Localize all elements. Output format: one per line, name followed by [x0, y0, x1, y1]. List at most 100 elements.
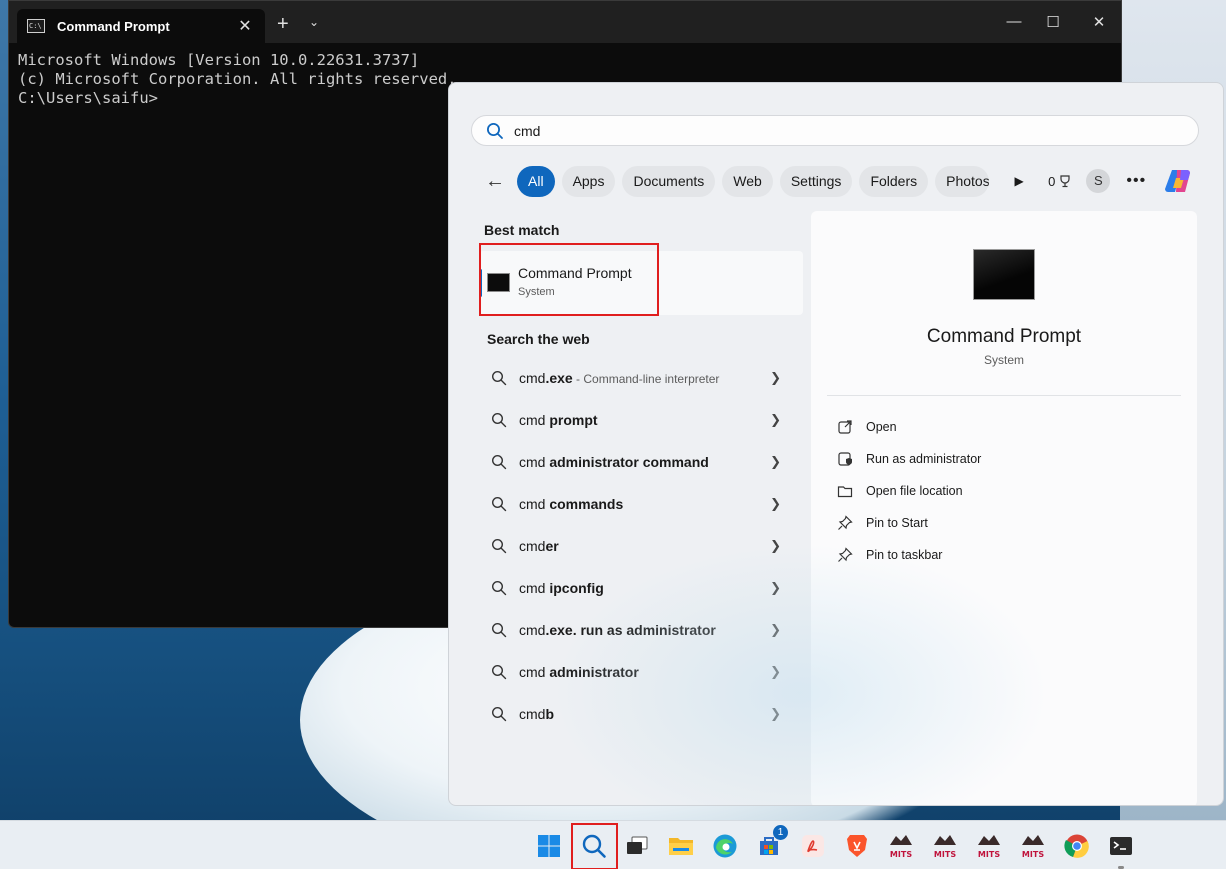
search-icon — [491, 496, 507, 512]
chevron-right-icon: ❯ — [770, 496, 781, 511]
action-pin-to-start[interactable]: Pin to Start — [837, 507, 981, 539]
search-icon — [491, 370, 507, 386]
terminal-icon[interactable] — [1104, 829, 1138, 869]
suggestion-query: cmd — [519, 538, 546, 554]
command-prompt-large-icon — [973, 249, 1035, 300]
minimize-icon[interactable]: — — [999, 13, 1029, 30]
tab-title: Command Prompt — [57, 18, 170, 34]
suggestion-query: cmd — [519, 454, 550, 470]
open-external-icon — [838, 420, 852, 434]
task-view-icon[interactable] — [620, 829, 654, 863]
action-label: Open — [866, 420, 897, 434]
close-window-icon[interactable]: ✕ — [1084, 13, 1114, 31]
search-icon — [491, 706, 507, 722]
close-tab-icon[interactable]: ✕ — [235, 16, 255, 36]
suggestion-query: cmd — [519, 370, 546, 386]
action-pin-to-taskbar[interactable]: Pin to taskbar — [837, 539, 981, 571]
suggestion-completion: administrator command — [549, 454, 709, 470]
detail-subtitle: System — [983, 353, 1024, 367]
windows-start-icon[interactable] — [532, 829, 566, 863]
chevron-right-icon: ❯ — [770, 580, 781, 595]
annotation-highlight — [571, 823, 618, 869]
action-list: Open Run as administrator Open file loca… — [837, 411, 981, 571]
suggestion-query: cmd — [519, 622, 546, 638]
new-tab-icon[interactable]: + — [277, 13, 289, 36]
edge-icon[interactable] — [708, 829, 742, 863]
filter-all[interactable]: All — [517, 165, 555, 197]
suggestion-completion: .exe — [545, 370, 573, 386]
mits-app-icon[interactable]: MITS — [972, 829, 1006, 863]
suggestion-completion: prompt — [549, 412, 598, 428]
web-suggestion[interactable]: cmd.exe. run as administrator ❯ — [479, 609, 803, 651]
search-icon — [491, 664, 507, 680]
folder-icon — [837, 486, 853, 498]
more-options-icon[interactable]: ••• — [1126, 172, 1146, 190]
search-input[interactable] — [514, 122, 1114, 139]
shield-icon — [838, 452, 852, 466]
action-open[interactable]: Open — [837, 411, 981, 443]
taskbar: 1 MITS MITS MITS MITS — [0, 820, 1226, 869]
chevron-right-icon: ❯ — [770, 370, 781, 385]
mits-app-icon[interactable]: MITS — [928, 829, 962, 863]
acrobat-icon[interactable] — [796, 829, 830, 863]
filter-settings[interactable]: Settings — [779, 165, 853, 197]
search-icon — [491, 622, 507, 638]
action-label: Pin to taskbar — [866, 548, 943, 562]
microsoft-store-icon[interactable]: 1 — [752, 825, 788, 863]
search-box[interactable] — [471, 115, 1199, 146]
web-suggestion[interactable]: cmd.exe - Command-line interpreter ❯ — [479, 357, 803, 399]
action-open-file-location[interactable]: Open file location — [837, 475, 981, 507]
web-suggestion[interactable]: cmd administrator ❯ — [479, 651, 803, 693]
action-run-as-administrator[interactable]: Run as administrator — [837, 443, 981, 475]
chevron-right-icon: ❯ — [770, 454, 781, 469]
filter-apps[interactable]: Apps — [561, 165, 616, 197]
copilot-icon[interactable] — [1164, 166, 1194, 196]
suggestion-query: cmd — [519, 706, 546, 722]
title-bar[interactable]: C:\ Command Prompt ✕ + ⌄ — ☐ ✕ — [9, 1, 1121, 43]
search-flyout: ← All Apps Documents Web Settings Folder… — [448, 82, 1224, 806]
suggestion-completion: b — [545, 706, 555, 722]
suggestion-completion: commands — [549, 496, 624, 512]
chevron-right-icon: ❯ — [770, 706, 781, 721]
chevron-right-icon: ❯ — [770, 412, 781, 427]
points-value: 0 — [1048, 173, 1056, 189]
avatar[interactable]: S — [1086, 169, 1111, 193]
search-icon — [491, 538, 507, 554]
web-suggestion[interactable]: cmd administrator command ❯ — [479, 441, 803, 483]
divider — [827, 395, 1181, 396]
terminal-tab[interactable]: C:\ Command Prompt ✕ — [17, 9, 265, 43]
maximize-icon[interactable]: ☐ — [1038, 13, 1068, 31]
play-icon[interactable]: ▶ — [1004, 174, 1034, 188]
web-suggestion[interactable]: cmdb ❯ — [479, 693, 803, 735]
pin-icon — [838, 515, 853, 530]
action-label: Run as administrator — [866, 452, 982, 466]
filter-folders[interactable]: Folders — [859, 165, 929, 197]
web-suggestion[interactable]: cmder ❯ — [479, 525, 803, 567]
mits-app-icon[interactable]: MITS — [884, 829, 918, 863]
web-suggestion[interactable]: cmd prompt ❯ — [479, 399, 803, 441]
web-suggestion[interactable]: cmd ipconfig ❯ — [479, 567, 803, 609]
chevron-right-icon: ❯ — [770, 538, 781, 553]
trophy-icon — [1060, 175, 1070, 188]
suggestion-completion: ipconfig — [549, 580, 604, 596]
chrome-icon[interactable] — [1060, 829, 1094, 863]
results-column: Best match Command Prompt System Search … — [479, 211, 803, 722]
chevron-down-icon[interactable]: ⌄ — [309, 15, 319, 29]
suggestion-query: cmd — [519, 580, 550, 596]
back-arrow-icon[interactable]: ← — [485, 170, 517, 193]
pin-icon — [838, 547, 853, 562]
rewards-points[interactable]: 0 — [1048, 174, 1072, 189]
cmd-icon: C:\ — [27, 19, 45, 33]
suggestion-description: - Command-line interpreter — [572, 372, 720, 386]
web-suggestion[interactable]: cmd commands ❯ — [479, 483, 803, 525]
mits-app-icon[interactable]: MITS — [1016, 829, 1050, 863]
filter-photos[interactable]: Photos — [935, 165, 990, 197]
filter-documents[interactable]: Documents — [622, 165, 716, 197]
filter-bar: ← All Apps Documents Web Settings Folder… — [485, 165, 1223, 197]
notification-badge: 1 — [773, 825, 788, 840]
file-explorer-icon[interactable] — [664, 829, 698, 863]
brave-icon[interactable] — [840, 829, 874, 863]
filter-web[interactable]: Web — [722, 165, 773, 197]
search-web-heading: Search the web — [487, 331, 590, 347]
suggestion-query: cmd — [519, 412, 550, 428]
